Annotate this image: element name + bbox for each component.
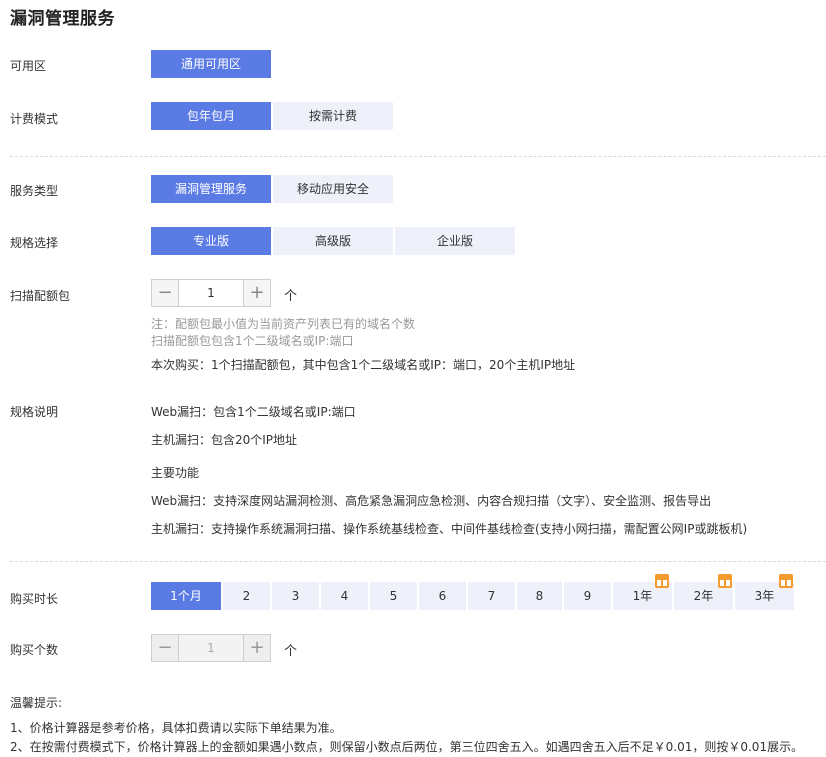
plus-icon[interactable]: + [243, 280, 270, 306]
duration-option-3[interactable]: 3 [272, 582, 319, 610]
quantity-unit: 个 [284, 644, 298, 659]
az-general-button[interactable]: 通用可用区 [151, 50, 271, 78]
plus-icon[interactable]: + [243, 635, 270, 661]
scan-package-unit: 个 [284, 289, 298, 304]
duration-option-7[interactable]: 7 [468, 582, 515, 610]
host-features: 主机漏扫：支持操作系统漏洞扫描、操作系统基线检查、中间件基线检查(支持小网扫描，… [151, 522, 748, 536]
quantity-input[interactable]: 1 [179, 635, 243, 661]
tips-title: 温馨提示: [10, 696, 63, 710]
gift-icon [718, 574, 732, 588]
section-divider [10, 561, 826, 562]
scan-package-label: 扫描配额包 [10, 289, 71, 303]
duration-option-2[interactable]: 2 [223, 582, 270, 610]
billing-yearly-monthly-button[interactable]: 包年包月 [151, 102, 271, 130]
service-type-label: 服务类型 [10, 184, 59, 198]
section-divider [10, 156, 826, 157]
spec-label: 规格选择 [10, 236, 59, 250]
duration-option-4[interactable]: 4 [321, 582, 368, 610]
spec-enterprise-button[interactable]: 企业版 [395, 227, 515, 255]
service-vuln-mgmt-button[interactable]: 漏洞管理服务 [151, 175, 271, 203]
scan-package-stepper: − 1 + [151, 279, 271, 307]
duration-option-8[interactable]: 8 [517, 582, 562, 610]
purchase-info: 本次购买：1个扫描配额包，其中包含1个二级域名或IP：端口，20个主机IP地址 [151, 358, 576, 372]
tip-item-1: 1、价格计算器是参考价格，具体扣费请以实际下单结果为准。 [10, 721, 342, 735]
duration-option-1-month[interactable]: 1个月 [151, 582, 221, 610]
gift-icon [779, 574, 793, 588]
gift-icon [655, 574, 669, 588]
features-title: 主要功能 [151, 466, 200, 480]
tip-item-2: 2、在按需付费模式下，价格计算器上的金额如果遇小数点，则保留小数点后两位，第三位… [10, 740, 804, 754]
host-scan-desc: 主机漏扫：包含20个IP地址 [151, 433, 298, 447]
duration-option-5[interactable]: 5 [370, 582, 417, 610]
web-scan-desc: Web漏扫：包含1个二级域名或IP:端口 [151, 405, 356, 419]
scan-package-note-1: 注：配额包最小值为当前资产列表已有的域名个数 [151, 317, 416, 331]
minus-icon[interactable]: − [152, 635, 179, 661]
scan-package-input[interactable]: 1 [179, 280, 243, 306]
spec-advanced-button[interactable]: 高级版 [273, 227, 393, 255]
spec-description-label: 规格说明 [10, 405, 59, 419]
quantity-label: 购买个数 [10, 643, 59, 657]
scan-package-note-2: 扫描配额包包含1个二级域名或IP:端口 [151, 334, 354, 348]
web-features: Web漏扫：支持深度网站漏洞检测、高危紧急漏洞应急检测、内容合规扫描（文字）、安… [151, 494, 712, 508]
billing-on-demand-button[interactable]: 按需计费 [273, 102, 393, 130]
minus-icon[interactable]: − [152, 280, 179, 306]
duration-option-9[interactable]: 9 [564, 582, 611, 610]
availability-zone-label: 可用区 [10, 59, 47, 73]
spec-professional-button[interactable]: 专业版 [151, 227, 271, 255]
service-mobile-app-button[interactable]: 移动应用安全 [273, 175, 393, 203]
billing-mode-label: 计费模式 [10, 112, 59, 126]
quantity-stepper: − 1 + [151, 634, 271, 662]
duration-label: 购买时长 [10, 592, 59, 606]
page-title: 漏洞管理服务 [10, 9, 115, 29]
duration-option-6[interactable]: 6 [419, 582, 466, 610]
